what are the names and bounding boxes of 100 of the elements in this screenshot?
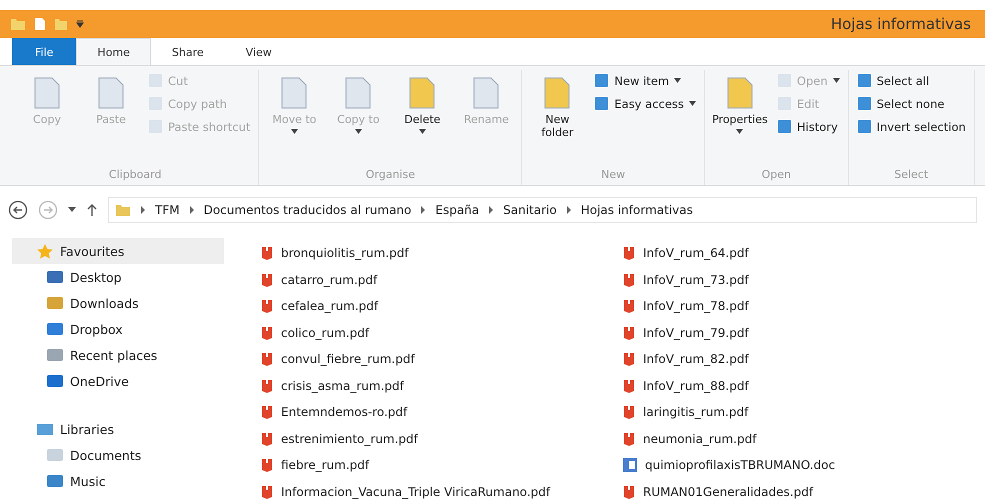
caret-icon[interactable] — [68, 207, 76, 213]
square-icon — [148, 96, 163, 111]
file-item[interactable]: neumonia_rum.pdf — [622, 426, 985, 452]
ribbon-button[interactable]: New item — [592, 70, 698, 91]
window-title: Hojas informativas — [830, 15, 971, 33]
chevron-icon — [188, 206, 195, 214]
ribbon-button[interactable]: Delete — [393, 70, 452, 140]
square-icon — [36, 421, 54, 437]
square-icon — [594, 73, 610, 88]
caret-icon — [354, 129, 362, 134]
square-icon — [148, 119, 163, 134]
ribbon-tab[interactable]: View — [224, 38, 293, 65]
file-item[interactable]: crisis_asma_rum.pdf — [260, 372, 622, 399]
pdf-icon — [260, 298, 274, 314]
folder-icon — [115, 202, 131, 218]
file-item[interactable]: InfoV_rum_64.pdf — [622, 240, 985, 266]
ribbon-button[interactable]: Invert selection — [854, 116, 968, 137]
square-icon — [856, 96, 872, 111]
file-item[interactable]: InfoV_rum_82.pdf — [622, 346, 985, 372]
chevron-icon — [488, 206, 494, 214]
file-item[interactable]: InfoV_rum_88.pdf — [622, 372, 985, 399]
pdf-icon — [622, 272, 636, 288]
page-icon — [32, 76, 62, 110]
page-icon — [407, 76, 438, 110]
file-item[interactable]: fiebre_rum.pdf — [260, 452, 622, 478]
file-item[interactable]: Entemndemos-ro.pdf — [260, 399, 622, 426]
pdf-icon — [622, 404, 636, 420]
document-icon — [622, 457, 638, 474]
up-arrow-icon[interactable] — [86, 203, 98, 217]
file-item[interactable]: bronquiolitis_rum.pdf — [260, 240, 622, 266]
ribbon-tab[interactable]: Share — [150, 38, 225, 65]
page-icon — [279, 76, 310, 110]
square-icon — [856, 119, 872, 134]
ribbon-button[interactable]: Easy access — [592, 93, 698, 114]
caret-icon — [832, 78, 840, 83]
sidebar-item[interactable]: Dropbox — [12, 316, 224, 342]
chevron-icon — [140, 206, 146, 214]
page-icon — [724, 76, 755, 110]
file-item[interactable]: RUMAN01Generalidades.pdf — [622, 478, 985, 503]
ribbon-button[interactable]: History — [774, 116, 842, 137]
page-icon — [343, 76, 374, 110]
caret-icon — [736, 129, 744, 134]
address-bar[interactable]: TFM Documentos traducidos al rumano España Sanitario Hojas informativas — [108, 197, 977, 223]
file-item[interactable]: convul_fiebre_rum.pdf — [260, 346, 622, 372]
caret-icon — [674, 78, 682, 83]
sidebar-item[interactable]: Libraries — [12, 416, 224, 442]
group-label: Select — [893, 168, 930, 183]
group-label: Organise — [364, 168, 416, 183]
ribbon-button[interactable]: Select all — [854, 70, 968, 91]
square-icon — [46, 295, 64, 311]
square-icon — [776, 119, 792, 134]
file-item[interactable]: cefalea_rum.pdf — [260, 293, 622, 320]
file-item[interactable]: Informacion_Vacuna_Triple ViricaRumano.pdf — [260, 478, 622, 503]
ribbon-tab[interactable]: Home — [76, 38, 151, 65]
file-item[interactable]: quimioprofilaxisTBRUMANO.doc — [622, 452, 985, 478]
pdf-icon — [260, 324, 274, 341]
pdf-icon — [622, 484, 636, 500]
square-icon — [148, 73, 163, 88]
star-icon — [36, 243, 54, 259]
sidebar-item[interactable]: Desktop — [12, 264, 224, 290]
pdf-icon — [260, 351, 274, 368]
file-item[interactable]: InfoV_rum_78.pdf — [622, 293, 985, 320]
square-icon — [46, 447, 64, 463]
square-icon — [46, 473, 64, 489]
square-icon — [856, 73, 872, 88]
file-item[interactable]: catarro_rum.pdf — [260, 266, 622, 293]
caret-icon[interactable] — [76, 20, 84, 28]
pdf-icon — [622, 351, 636, 368]
sidebar-item[interactable]: Recent places — [12, 342, 224, 368]
file-item[interactable]: laringitis_rum.pdf — [622, 399, 985, 426]
ribbon-button[interactable]: New folder — [528, 70, 586, 146]
file-item[interactable]: estrenimiento_rum.pdf — [260, 426, 622, 452]
ribbon-button[interactable]: Properties — [710, 70, 769, 140]
pdf-icon — [260, 430, 274, 447]
pdf-icon — [260, 245, 274, 262]
sidebar-item[interactable]: OneDrive — [12, 368, 224, 394]
square-icon — [46, 269, 64, 285]
page-icon — [96, 76, 126, 110]
group-label: Open — [760, 168, 792, 183]
square-icon — [46, 373, 64, 389]
pdf-icon — [622, 324, 636, 341]
ribbon-button[interactable]: Select none — [854, 93, 968, 114]
caret-icon — [290, 129, 298, 134]
ribbon-tab[interactable]: File — [12, 38, 76, 65]
file-item[interactable]: InfoV_rum_73.pdf — [622, 266, 985, 293]
caret-icon — [418, 129, 426, 134]
sidebar-item[interactable]: Favourites — [12, 238, 224, 264]
file-item[interactable]: InfoV_rum_79.pdf — [622, 320, 985, 346]
square-icon — [776, 96, 792, 111]
back-icon[interactable] — [8, 200, 28, 220]
sidebar-item[interactable]: Downloads — [12, 290, 224, 316]
pdf-icon — [260, 457, 274, 474]
sidebar-item[interactable]: Music — [12, 468, 224, 494]
pdf-icon — [260, 484, 274, 500]
pdf-icon — [622, 430, 636, 447]
file-item[interactable]: colico_rum.pdf — [260, 320, 622, 346]
caret-icon — [688, 101, 696, 106]
page-icon — [471, 76, 502, 110]
pdf-icon — [622, 245, 636, 262]
sidebar-item[interactable]: Documents — [12, 442, 224, 468]
